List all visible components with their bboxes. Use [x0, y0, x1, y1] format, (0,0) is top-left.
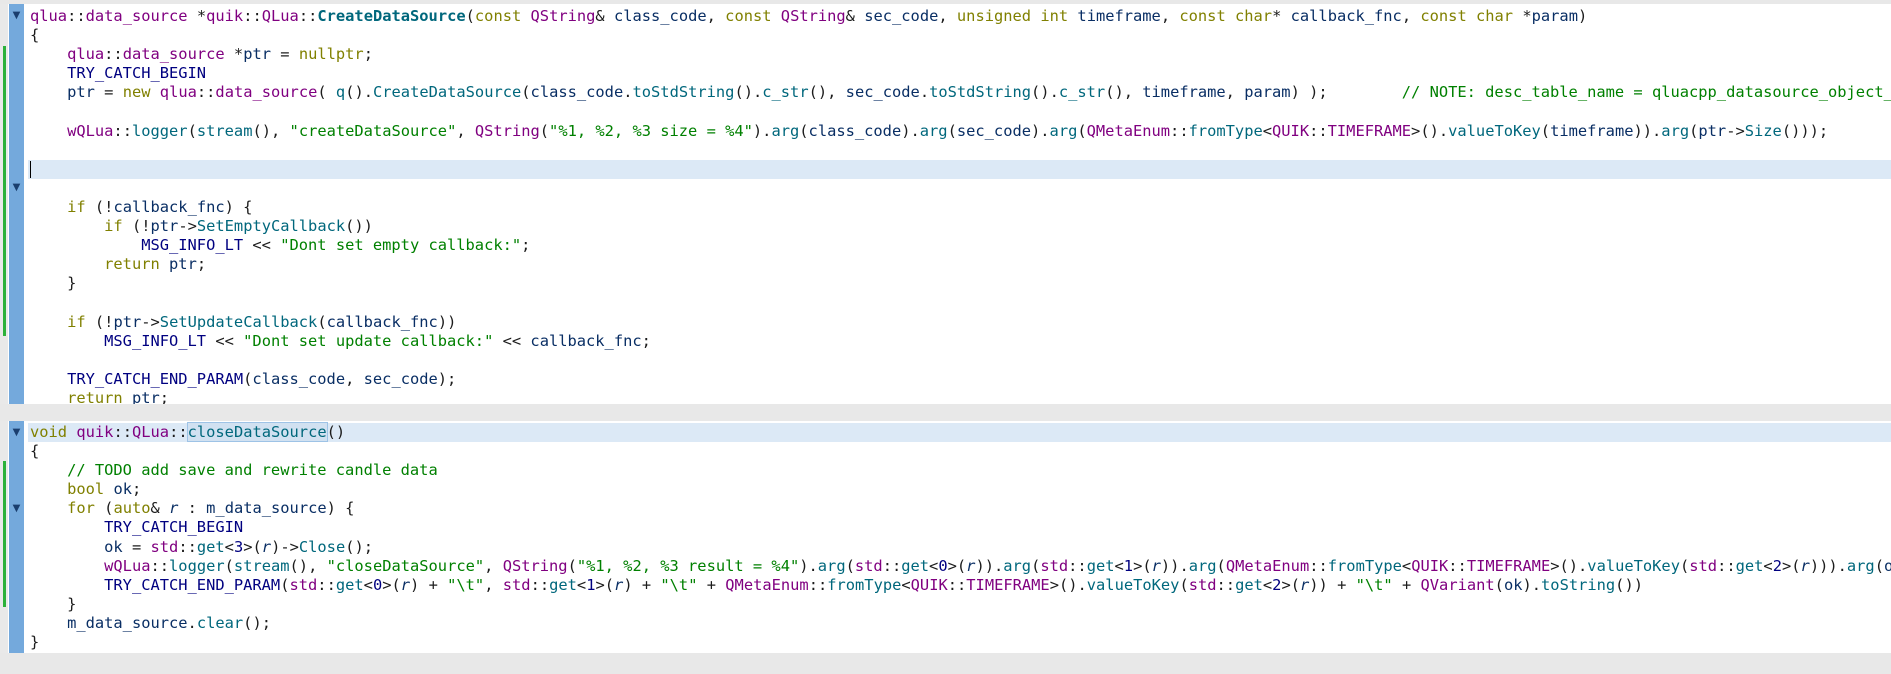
code-line[interactable]: ok = std::get<3>(r)->Close();: [30, 538, 1891, 557]
code-editor[interactable]: ▼ ▼ qlua::data_source *quik::QLua::Creat…: [0, 0, 1891, 674]
code-line[interactable]: qlua::data_source *quik::QLua::CreateDat…: [30, 7, 1891, 26]
current-line[interactable]: [28, 159, 1891, 179]
code-line[interactable]: [30, 351, 1891, 370]
editor-pane-create[interactable]: ▼ ▼ qlua::data_source *quik::QLua::Creat…: [0, 4, 1891, 407]
code-line[interactable]: ptr = new qlua::data_source( q().CreateD…: [30, 83, 1891, 102]
code-block-close[interactable]: void quik::QLua::closeDataSource() { // …: [28, 422, 1891, 652]
change-bar: [3, 46, 6, 336]
code-line[interactable]: if (!ptr->SetUpdateCallback(callback_fnc…: [30, 313, 1891, 332]
fold-triangle-icon[interactable]: ▼: [10, 499, 23, 518]
pane-divider: [0, 653, 1891, 674]
pane-divider: [0, 404, 1891, 421]
code-line[interactable]: [30, 293, 1891, 312]
code-line[interactable]: return ptr;: [30, 255, 1891, 274]
text-caret: [30, 160, 31, 178]
code-line[interactable]: wQLua::logger(stream(), "createDataSourc…: [30, 122, 1891, 141]
fold-triangle-icon[interactable]: ▼: [10, 178, 23, 197]
code-line[interactable]: TRY_CATCH_BEGIN: [30, 64, 1891, 83]
code-line[interactable]: }: [30, 274, 1891, 293]
fold-triangle-icon[interactable]: ▼: [10, 423, 23, 442]
code-line[interactable]: if (!callback_fnc) {: [30, 198, 1891, 217]
code-line[interactable]: MSG_INFO_LT << "Dont set empty callback:…: [30, 236, 1891, 255]
code-line[interactable]: {: [30, 26, 1891, 45]
code-block-create[interactable]: qlua::data_source *quik::QLua::CreateDat…: [28, 7, 1891, 408]
current-line[interactable]: void quik::QLua::closeDataSource(): [28, 422, 1891, 443]
code-line[interactable]: for (auto& r : m_data_source) {: [30, 499, 1891, 518]
code-line[interactable]: bool ok;: [30, 480, 1891, 499]
editor-pane-close[interactable]: ▼ ▼ void quik::QLua::closeDataSource() {…: [0, 421, 1891, 653]
gutter[interactable]: [9, 421, 24, 653]
gutter[interactable]: [9, 4, 24, 404]
code-line[interactable]: if (!ptr->SetEmptyCallback()): [30, 217, 1891, 236]
code-line[interactable]: [30, 102, 1891, 121]
code-line[interactable]: m_data_source.clear();: [30, 614, 1891, 633]
code-line[interactable]: TRY_CATCH_END_PARAM(class_code, sec_code…: [30, 370, 1891, 389]
code-line[interactable]: }: [30, 633, 1891, 652]
fold-triangle-icon[interactable]: ▼: [10, 6, 23, 25]
code-line[interactable]: wQLua::logger(stream(), "closeDataSource…: [30, 557, 1891, 576]
code-line[interactable]: }: [30, 595, 1891, 614]
code-line[interactable]: MSG_INFO_LT << "Dont set update callback…: [30, 332, 1891, 351]
code-line[interactable]: [30, 179, 1891, 198]
code-line[interactable]: TRY_CATCH_BEGIN: [30, 518, 1891, 537]
code-line[interactable]: TRY_CATCH_END_PARAM(std::get<0>(r) + "\t…: [30, 576, 1891, 595]
code-line[interactable]: [30, 141, 1891, 160]
code-line[interactable]: {: [30, 442, 1891, 461]
code-line[interactable]: qlua::data_source *ptr = nullptr;: [30, 45, 1891, 64]
change-bar: [3, 461, 6, 607]
code-line[interactable]: // TODO add save and rewrite candle data: [30, 461, 1891, 480]
